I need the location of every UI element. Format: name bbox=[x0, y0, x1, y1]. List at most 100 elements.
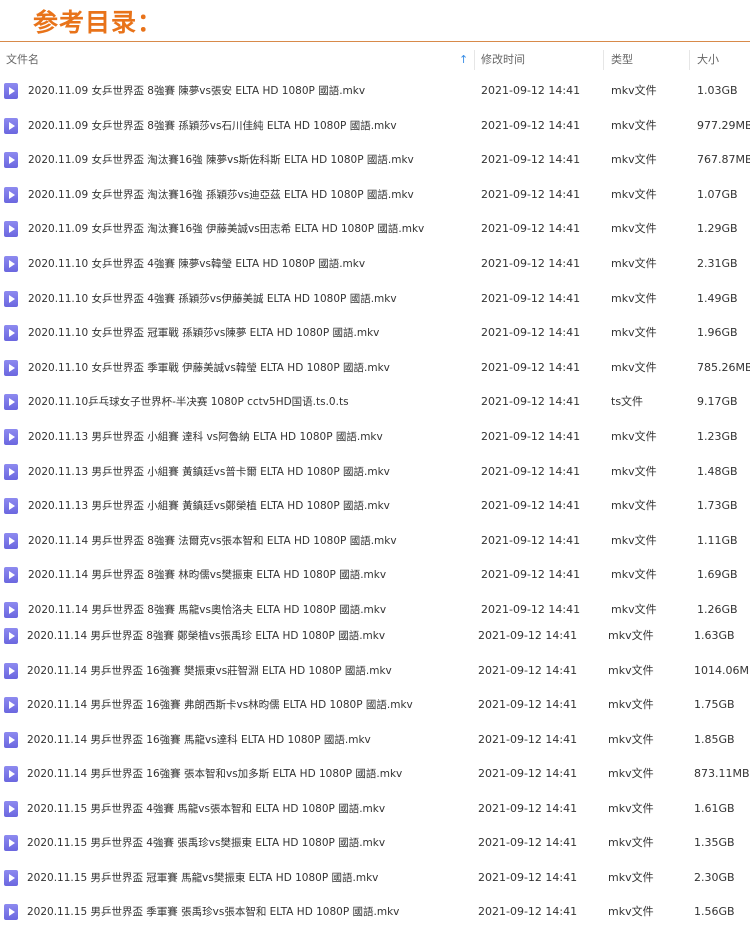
file-type: mkv文件 bbox=[611, 326, 657, 340]
file-row[interactable]: 2020.11.10乒乓球女子世界杯-半决赛 1080P cctv5HD国语.t… bbox=[0, 385, 750, 419]
file-type: mkv文件 bbox=[611, 187, 657, 201]
file-size: 977.29MB bbox=[697, 118, 750, 132]
file-name: 2020.11.15 男乒世界盃 4強賽 馬龍vs張本智和 ELTA HD 10… bbox=[27, 803, 386, 815]
file-modified: 2021-09-12 14:41 bbox=[481, 360, 581, 374]
file-modified: 2021-09-12 14:41 bbox=[481, 222, 581, 236]
column-divider[interactable] bbox=[603, 50, 604, 70]
file-size: 1.63GB bbox=[694, 629, 735, 642]
file-size: 1.23GB bbox=[697, 430, 738, 443]
file-row[interactable]: 2020.11.14 男乒世界盃 8強賽 法爾克vs張本智和 ELTA HD 1… bbox=[0, 524, 750, 558]
file-name: 2020.11.13 男乒世界盃 小組賽 黃鎮廷vs普卡爾 ELTA HD 10… bbox=[28, 465, 390, 478]
file-modified: 2021-09-12 14:41 bbox=[478, 767, 578, 780]
file-name: 2020.11.10 女乒世界盃 4強賽 孫穎莎vs伊藤美誠 ELTA HD 1… bbox=[28, 292, 397, 305]
file-size: 1.48GB bbox=[697, 464, 738, 478]
file-row[interactable]: 2020.11.15 男乒世界盃 4強賽 馬龍vs張本智和 ELTA HD 10… bbox=[0, 792, 750, 826]
video-file-icon bbox=[4, 532, 18, 549]
file-type: mkv文件 bbox=[608, 733, 654, 746]
file-modified: 2021-09-12 14:41 bbox=[478, 664, 578, 677]
file-row[interactable]: 2020.11.14 男乒世界盃 16強賽 張本智和vs加多斯 ELTA HD … bbox=[0, 757, 750, 791]
video-file-icon bbox=[4, 429, 18, 445]
column-divider[interactable] bbox=[689, 50, 690, 70]
video-file-icon bbox=[4, 732, 18, 748]
file-row[interactable]: 2020.11.10 女乒世界盃 季軍戰 伊藤美誠vs韓瑩 ELTA HD 10… bbox=[0, 351, 750, 385]
file-row[interactable]: 2020.11.10 女乒世界盃 4強賽 孫穎莎vs伊藤美誠 ELTA HD 1… bbox=[0, 282, 750, 316]
column-header-modified[interactable]: 修改时间 bbox=[481, 46, 525, 74]
file-size: 1.03GB bbox=[697, 84, 738, 97]
file-modified: 2021-09-12 14:41 bbox=[481, 326, 581, 340]
file-modified: 2021-09-12 14:41 bbox=[478, 905, 578, 918]
video-file-icon bbox=[4, 801, 18, 817]
video-file-icon bbox=[4, 117, 18, 134]
column-header-type[interactable]: 类型 bbox=[611, 46, 633, 74]
column-header-name[interactable]: 文件名 bbox=[6, 46, 39, 74]
file-modified: 2021-09-12 14:41 bbox=[481, 464, 581, 478]
file-modified: 2021-09-12 14:41 bbox=[481, 187, 581, 201]
file-modified: 2021-09-12 14:41 bbox=[478, 871, 578, 884]
file-name: 2020.11.13 男乒世界盃 小組賽 達科 vs阿魯納 ELTA HD 10… bbox=[28, 431, 383, 443]
column-divider[interactable] bbox=[474, 50, 475, 70]
file-type: ts文件 bbox=[611, 395, 644, 409]
video-file-icon bbox=[4, 904, 18, 920]
file-type: mkv文件 bbox=[608, 629, 654, 642]
file-type: mkv文件 bbox=[611, 464, 657, 478]
video-file-icon bbox=[4, 567, 18, 584]
file-modified: 2021-09-12 14:41 bbox=[481, 153, 581, 167]
video-file-icon bbox=[4, 498, 18, 515]
file-size: 767.87MB bbox=[697, 153, 750, 167]
file-modified: 2021-09-12 14:41 bbox=[481, 533, 581, 547]
file-modified: 2021-09-12 14:41 bbox=[481, 84, 581, 97]
file-row[interactable]: 2020.11.10 女乒世界盃 4強賽 陳夢vs韓瑩 ELTA HD 1080… bbox=[0, 247, 750, 281]
file-name: 2020.11.14 男乒世界盃 16強賽 弗朗西斯卡vs林昀儒 ELTA HD… bbox=[27, 699, 413, 711]
file-row[interactable]: 2020.11.14 男乒世界盃 16強賽 馬龍vs達科 ELTA HD 108… bbox=[0, 723, 750, 757]
sort-ascending-icon[interactable]: ↑ bbox=[459, 46, 468, 74]
file-name: 2020.11.14 男乒世界盃 16強賽 樊振東vs莊智淵 ELTA HD 1… bbox=[27, 665, 392, 677]
file-row[interactable]: 2020.11.14 男乒世界盃 8強賽 林昀儒vs樊振東 ELTA HD 10… bbox=[0, 558, 750, 592]
video-file-icon bbox=[4, 394, 18, 411]
video-file-icon bbox=[4, 870, 18, 886]
video-file-icon bbox=[4, 766, 18, 782]
file-row[interactable]: 2020.11.14 男乒世界盃 16強賽 樊振東vs莊智淵 ELTA HD 1… bbox=[0, 654, 750, 688]
file-row[interactable]: 2020.11.09 女乒世界盃 8強賽 孫穎莎vs石川佳純 ELTA HD 1… bbox=[0, 109, 750, 143]
file-type: mkv文件 bbox=[611, 533, 657, 547]
file-type: mkv文件 bbox=[611, 257, 657, 270]
file-size: 1.07GB bbox=[697, 187, 738, 201]
file-name: 2020.11.10 女乒世界盃 4強賽 陳夢vs韓瑩 ELTA HD 1080… bbox=[28, 258, 366, 270]
column-header-size[interactable]: 大小 bbox=[697, 46, 719, 74]
file-row[interactable]: 2020.11.13 男乒世界盃 小組賽 黃鎮廷vs鄭榮植 ELTA HD 10… bbox=[0, 489, 750, 523]
file-row[interactable]: 2020.11.09 女乒世界盃 8強賽 陳夢vs張安 ELTA HD 1080… bbox=[0, 74, 750, 108]
file-row[interactable]: 2020.11.15 男乒世界盃 季軍賽 張禹珍vs張本智和 ELTA HD 1… bbox=[0, 895, 750, 929]
file-name: 2020.11.09 女乒世界盃 8強賽 陳夢vs張安 ELTA HD 1080… bbox=[28, 85, 366, 97]
file-row[interactable]: 2020.11.09 女乒世界盃 淘汰賽16強 伊藤美誠vs田志希 ELTA H… bbox=[0, 212, 750, 246]
file-modified: 2021-09-12 14:41 bbox=[478, 698, 578, 711]
file-name: 2020.11.09 女乒世界盃 8強賽 孫穎莎vs石川佳純 ELTA HD 1… bbox=[28, 119, 397, 132]
file-size: 873.11MB bbox=[694, 767, 750, 780]
file-type: mkv文件 bbox=[608, 767, 654, 780]
file-name: 2020.11.13 男乒世界盃 小組賽 黃鎮廷vs鄭榮植 ELTA HD 10… bbox=[28, 500, 390, 513]
file-row[interactable]: 2020.11.13 男乒世界盃 小組賽 黃鎮廷vs普卡爾 ELTA HD 10… bbox=[0, 455, 750, 489]
video-file-icon bbox=[4, 697, 18, 713]
file-name: 2020.11.10 女乒世界盃 季軍戰 伊藤美誠vs韓瑩 ELTA HD 10… bbox=[28, 361, 390, 374]
file-row[interactable]: 2020.11.14 男乒世界盃 8強賽 鄭榮植vs張禹珍 ELTA HD 10… bbox=[0, 619, 750, 653]
file-row[interactable]: 2020.11.14 男乒世界盃 16強賽 弗朗西斯卡vs林昀儒 ELTA HD… bbox=[0, 688, 750, 722]
video-file-icon bbox=[4, 602, 18, 618]
file-row[interactable]: 2020.11.13 男乒世界盃 小組賽 達科 vs阿魯納 ELTA HD 10… bbox=[0, 420, 750, 454]
page-title: 参考目录： bbox=[33, 8, 164, 37]
video-file-icon bbox=[4, 256, 18, 272]
file-type: mkv文件 bbox=[611, 499, 657, 513]
file-row[interactable]: 2020.11.15 男乒世界盃 冠軍賽 馬龍vs樊振東 ELTA HD 108… bbox=[0, 861, 750, 895]
file-size: 1014.06MB bbox=[694, 664, 750, 677]
file-name: 2020.11.15 男乒世界盃 4強賽 張禹珍vs樊振東 ELTA HD 10… bbox=[27, 837, 386, 849]
file-size: 1.75GB bbox=[694, 698, 735, 711]
file-modified: 2021-09-12 14:41 bbox=[478, 802, 578, 815]
file-row[interactable]: 2020.11.09 女乒世界盃 淘汰賽16強 陳夢vs斯佐科斯 ELTA HD… bbox=[0, 143, 750, 177]
file-modified: 2021-09-12 14:41 bbox=[481, 291, 581, 305]
video-file-icon bbox=[4, 221, 18, 238]
file-size: 1.73GB bbox=[697, 499, 738, 513]
video-file-icon bbox=[4, 359, 18, 376]
file-row[interactable]: 2020.11.09 女乒世界盃 淘汰賽16強 孫穎莎vs迪亞茲 ELTA HD… bbox=[0, 178, 750, 212]
file-size: 1.35GB bbox=[694, 836, 735, 849]
file-row[interactable]: 2020.11.15 男乒世界盃 4強賽 張禹珍vs樊振東 ELTA HD 10… bbox=[0, 826, 750, 860]
file-row[interactable]: 2020.11.10 女乒世界盃 冠軍戰 孫穎莎vs陳夢 ELTA HD 108… bbox=[0, 316, 750, 350]
file-type: mkv文件 bbox=[608, 836, 654, 849]
file-type: mkv文件 bbox=[608, 871, 654, 884]
